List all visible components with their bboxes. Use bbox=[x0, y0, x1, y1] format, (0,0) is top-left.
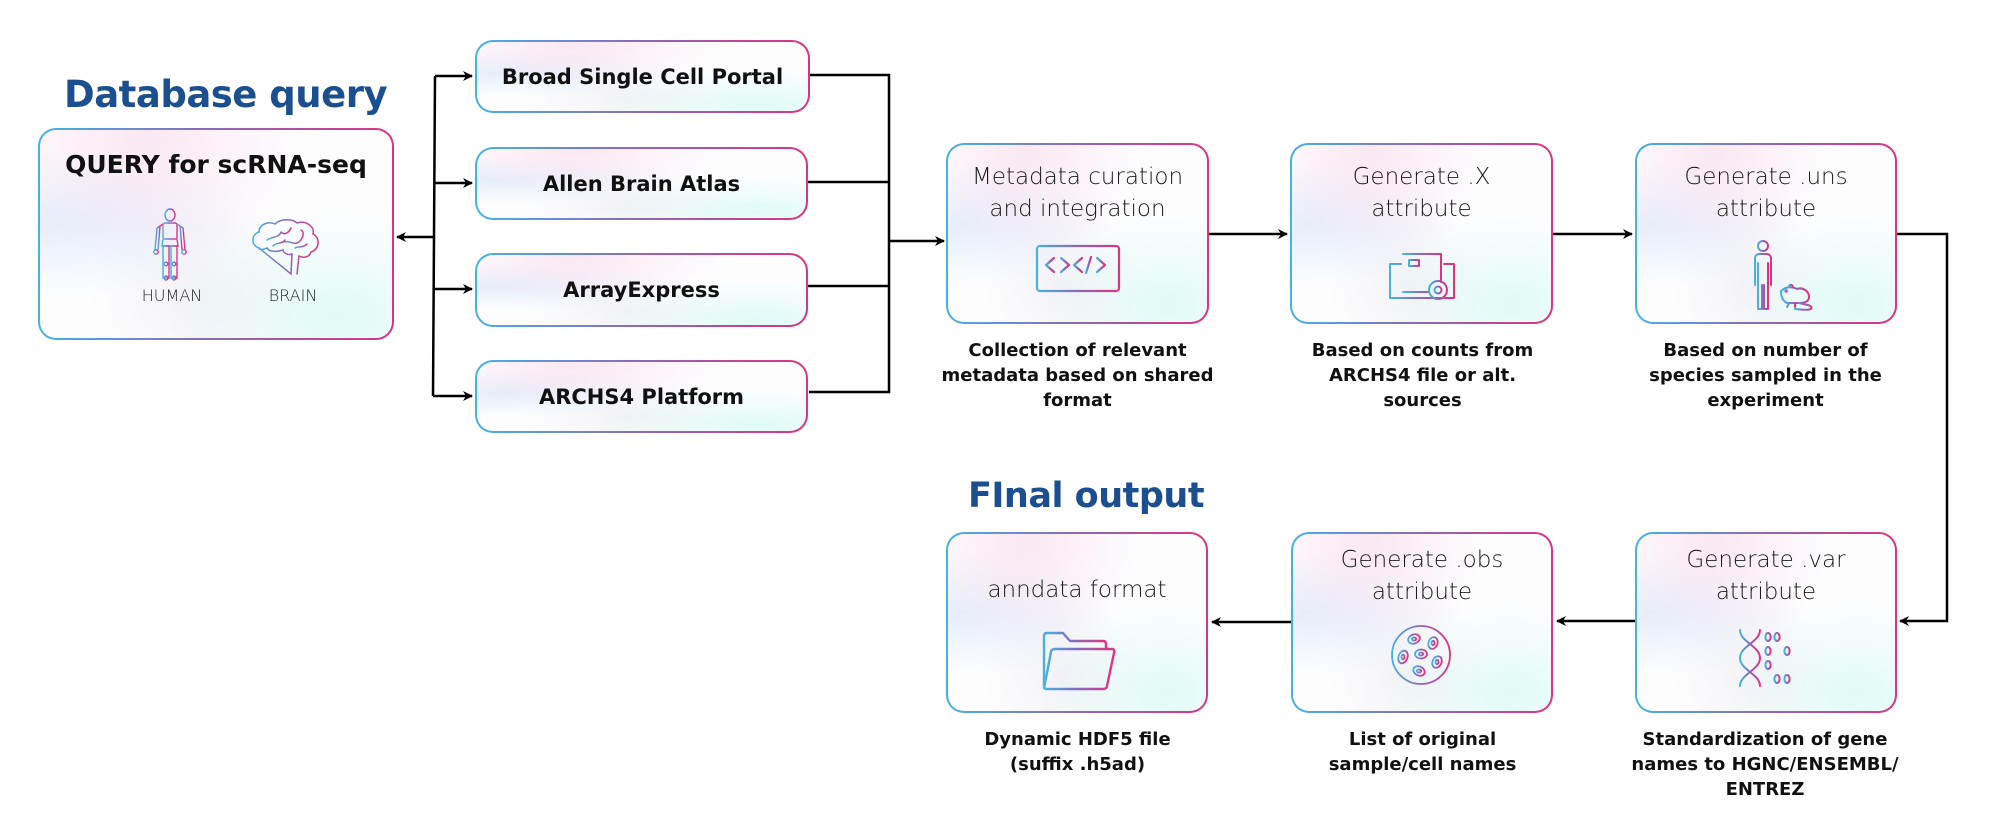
document-gear-monitor-icon bbox=[1389, 253, 1455, 307]
stage-title: Generate .obs attribute bbox=[1293, 544, 1551, 608]
stage-generate-var: Generate .var attribute bbox=[1635, 532, 1897, 713]
stage-uns-caption: Based on number of species sampled in th… bbox=[1608, 338, 1923, 413]
human-mouse-icon bbox=[1754, 240, 1813, 311]
stage-title-line: Generate .uns bbox=[1684, 164, 1848, 190]
stage-title-line: anndata format bbox=[987, 577, 1167, 603]
connectors bbox=[396, 71, 1949, 627]
stage-title-line: attribute bbox=[1715, 196, 1817, 222]
caption-line: Standardization of gene bbox=[1642, 729, 1888, 750]
source-arrayexpress[interactable]: ArrayExpress bbox=[475, 253, 808, 327]
cells-icon bbox=[1391, 625, 1451, 685]
database-query-title: Database query bbox=[64, 73, 388, 116]
caption-line: sample/cell names bbox=[1328, 754, 1517, 775]
caption-line: ARCHS4 file or alt. bbox=[1328, 365, 1517, 386]
code-monitor-icon bbox=[1035, 244, 1121, 304]
stage-metadata-curation: Metadata curation and integration bbox=[946, 143, 1209, 324]
stage-x-caption: Based on counts from ARCHS4 file or alt.… bbox=[1265, 338, 1580, 413]
arrow-uns-to-var bbox=[1897, 232, 1949, 626]
stage-title-line: and integration bbox=[989, 196, 1166, 222]
caption-line: metadata based on shared bbox=[941, 365, 1214, 386]
source-label: Broad Single Cell Portal bbox=[501, 64, 784, 89]
stage-title: Generate .var attribute bbox=[1637, 544, 1895, 608]
stage-var-caption: Standardization of gene names to HGNC/EN… bbox=[1600, 727, 1930, 802]
caption-line: sources bbox=[1383, 390, 1462, 411]
source-archs4-platform[interactable]: ARCHS4 Platform bbox=[475, 360, 808, 433]
stage-generate-obs: Generate .obs attribute bbox=[1291, 532, 1553, 713]
stage-title: Generate .X attribute bbox=[1292, 161, 1551, 225]
stage-generate-x: Generate .X attribute bbox=[1290, 143, 1553, 324]
query-title: QUERY for scRNA-seq bbox=[65, 150, 367, 179]
caption-line: species sampled in the bbox=[1649, 365, 1882, 386]
source-label: Allen Brain Atlas bbox=[542, 171, 741, 196]
stage-title: anndata format bbox=[948, 574, 1206, 606]
stage-title-line: attribute bbox=[1371, 196, 1472, 222]
caption-line: names to HGNC/ENSEMBL/ bbox=[1631, 754, 1899, 775]
stage-title-line: Generate .var bbox=[1686, 547, 1846, 573]
stage-title-line: attribute bbox=[1715, 579, 1817, 605]
caption-line: (suffix .h5ad) bbox=[1009, 754, 1146, 775]
caption-line: Dynamic HDF5 file bbox=[984, 729, 1171, 750]
stage-title: Generate .uns attribute bbox=[1637, 161, 1895, 225]
brain-label: BRAIN bbox=[268, 286, 318, 305]
folder-open-icon bbox=[1042, 631, 1116, 691]
stage-generate-uns: Generate .uns attribute bbox=[1635, 143, 1897, 324]
caption-line: List of original bbox=[1348, 729, 1497, 750]
stage-anndata-format: anndata format bbox=[946, 532, 1208, 713]
caption-line: Based on number of bbox=[1663, 340, 1868, 361]
source-broad-single-cell-portal[interactable]: Broad Single Cell Portal bbox=[475, 40, 810, 113]
final-output-title: FInal output bbox=[968, 476, 1205, 516]
caption-line: experiment bbox=[1707, 390, 1824, 411]
stage-title-line: attribute bbox=[1371, 579, 1473, 605]
source-allen-brain-atlas[interactable]: Allen Brain Atlas bbox=[475, 147, 808, 220]
dna-binary-icon bbox=[1738, 629, 1791, 687]
source-label: ArrayExpress bbox=[563, 278, 720, 302]
caption-line: Based on counts from bbox=[1311, 340, 1534, 361]
human-label: HUMAN bbox=[141, 286, 203, 305]
stage-title: Metadata curation and integration bbox=[948, 161, 1207, 225]
stage-anndata-caption: Dynamic HDF5 file (suffix .h5ad) bbox=[920, 727, 1235, 777]
stage-obs-caption: List of original sample/cell names bbox=[1265, 727, 1580, 777]
stage-metadata-caption: Collection of relevant metadata based on… bbox=[920, 338, 1235, 413]
stage-title-line: Generate .X bbox=[1352, 164, 1491, 190]
query-box: QUERY for scRNA-seq HUMAN BRAIN bbox=[38, 128, 394, 340]
stage-title-line: Generate .obs bbox=[1340, 547, 1504, 573]
stage-title-line: Metadata curation bbox=[971, 164, 1184, 190]
source-label: ARCHS4 Platform bbox=[538, 384, 745, 409]
caption-line: ENTREZ bbox=[1725, 779, 1805, 800]
brain-icon bbox=[252, 219, 319, 276]
source-bus-right bbox=[809, 73, 891, 394]
human-skeleton-icon bbox=[153, 208, 187, 281]
caption-line: Collection of relevant bbox=[968, 340, 1187, 361]
caption-line: format bbox=[1043, 390, 1112, 411]
